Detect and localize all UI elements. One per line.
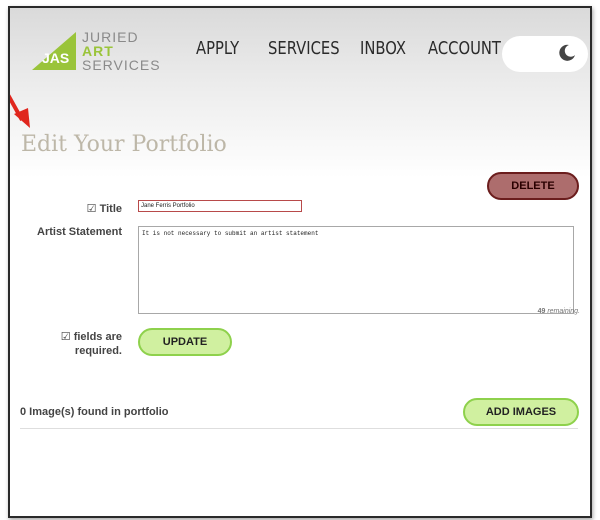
- site-logo[interactable]: JAS JURIED ART SERVICES: [30, 30, 160, 80]
- theme-toggle[interactable]: [502, 36, 588, 72]
- logo-line-services: SERVICES: [82, 57, 161, 73]
- logo-line-juried: JURIED: [82, 29, 139, 45]
- add-images-button[interactable]: ADD IMAGES: [463, 398, 579, 426]
- remaining-text: remaining.: [547, 308, 580, 315]
- logo-line-art: ART: [82, 43, 114, 59]
- required-checkbox-icon: ☑: [60, 331, 71, 343]
- title-label-text: Title: [99, 203, 122, 215]
- artist-statement-label: Artist Statement: [37, 226, 122, 238]
- character-counter: 49 remaining.: [538, 308, 580, 315]
- nav-apply[interactable]: APPLY: [196, 38, 239, 59]
- moon-icon: [559, 44, 575, 61]
- delete-button[interactable]: DELETE: [487, 172, 579, 200]
- logo-mark-icon: JAS: [32, 32, 76, 70]
- logo-text: JURIED ART SERVICES: [82, 30, 161, 72]
- portfolio-image-count: 0 Image(s) found in portfolio: [20, 406, 169, 418]
- nav-account[interactable]: ACCOUNT: [428, 38, 501, 59]
- nav-inbox[interactable]: INBOX: [360, 38, 406, 59]
- required-note-line2: required.: [74, 345, 122, 357]
- divider: [20, 428, 578, 429]
- svg-text:JAS: JAS: [42, 50, 69, 66]
- remaining-count: 49: [537, 308, 546, 315]
- page-title: Edit Your Portfolio: [21, 132, 227, 157]
- annotation-arrow-icon: [10, 94, 30, 128]
- update-button[interactable]: UPDATE: [138, 328, 232, 356]
- browser-frame: JAS JURIED ART SERVICES APPLY SERVICES I…: [8, 6, 592, 518]
- required-checkbox-icon: ☑: [86, 203, 97, 215]
- required-note-line1: fields are: [73, 331, 122, 343]
- required-note: ☑ fields are required.: [40, 330, 122, 358]
- nav-services[interactable]: SERVICES: [268, 38, 340, 59]
- title-label: ☑ Title: [50, 202, 122, 215]
- title-input[interactable]: [138, 200, 302, 212]
- artist-statement-textarea[interactable]: It is not necessary to submit an artist …: [138, 226, 574, 314]
